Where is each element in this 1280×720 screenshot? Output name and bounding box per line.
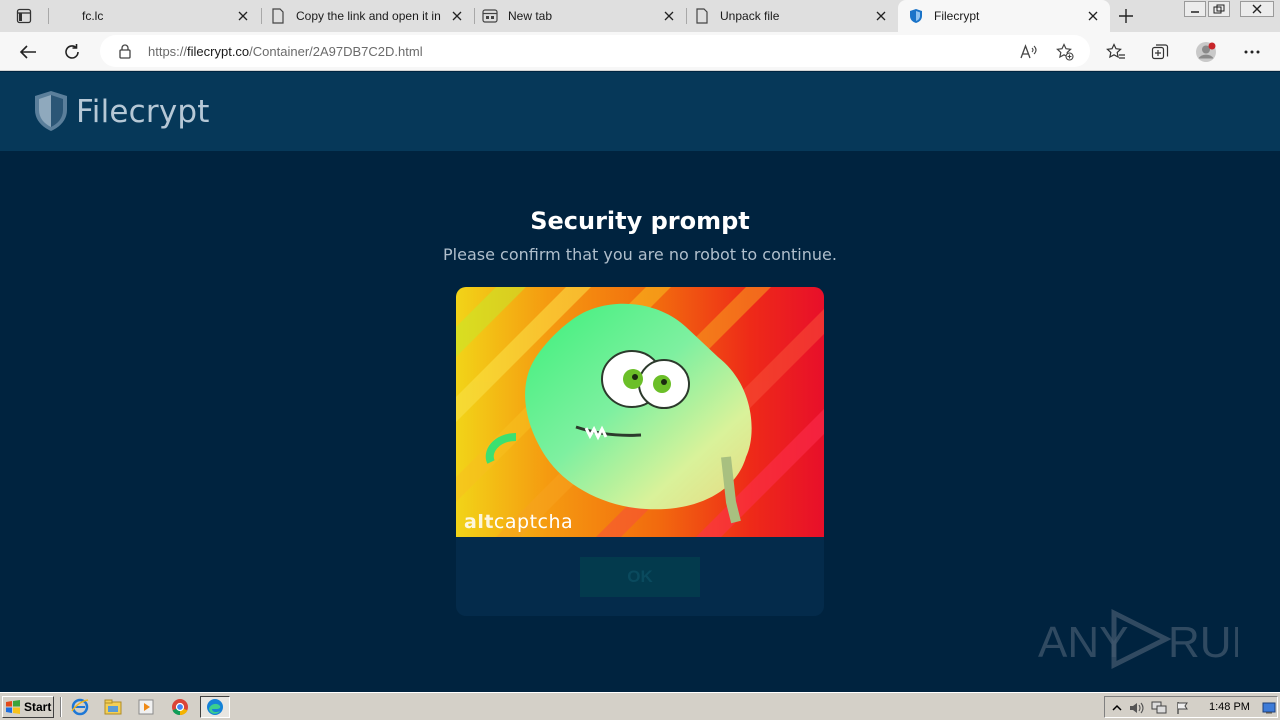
start-button[interactable]: Start: [2, 696, 54, 718]
tab-new-tab[interactable]: New tab: [482, 0, 686, 32]
shield-icon: [908, 8, 924, 24]
arrow-left-icon: [19, 45, 36, 59]
restore-button[interactable]: [1208, 1, 1230, 17]
tab-separator: [261, 8, 262, 24]
settings-menu-button[interactable]: [1238, 38, 1266, 66]
minimize-button[interactable]: [1184, 1, 1206, 17]
volume-icon[interactable]: [1129, 700, 1145, 716]
watermark-right-text: RUN: [1168, 618, 1238, 667]
favorites-icon: [1106, 43, 1125, 59]
action-center-flag-icon[interactable]: [1175, 700, 1191, 716]
browser-toolbar: https://filecrypt.co/Container/2A97DB7C2…: [0, 32, 1280, 71]
address-bar[interactable]: https://filecrypt.co/Container/2A97DB7C2…: [100, 35, 1090, 67]
refresh-icon: [65, 44, 79, 59]
clock[interactable]: 1:48 PM: [1209, 701, 1250, 713]
tab-fc-lc[interactable]: fc.lc: [56, 0, 260, 32]
brand-name[interactable]: Filecrypt: [76, 94, 210, 130]
collections-button[interactable]: [1146, 38, 1174, 66]
read-aloud-icon[interactable]: [1018, 41, 1040, 63]
anyrun-watermark: ANY RUN: [1038, 608, 1238, 670]
close-tab-icon[interactable]: [1084, 7, 1102, 25]
avatar: [1196, 42, 1216, 62]
taskbar-separator: [60, 697, 62, 717]
tab-title: Filecrypt: [934, 9, 980, 23]
tab-title: fc.lc: [82, 9, 104, 23]
internet-explorer-icon[interactable]: [68, 696, 92, 718]
tab-separator: [474, 8, 475, 24]
tab-separator: [48, 8, 49, 24]
windows-logo-icon: [6, 700, 20, 714]
captcha-logo: altcaptcha: [464, 511, 573, 533]
captcha-image[interactable]: [456, 287, 824, 537]
url-path: /Container/2A97DB7C2D.html: [249, 44, 423, 59]
edge-icon[interactable]: [200, 696, 230, 718]
more-icon: [1244, 50, 1260, 54]
captcha-logo-alt: alt: [464, 511, 494, 533]
back-button[interactable]: [14, 38, 42, 66]
new-tab-button[interactable]: [1114, 4, 1138, 28]
new-tab-page-icon: [482, 8, 498, 24]
system-tray: 1:48 PM: [1104, 696, 1278, 718]
page-subtitle: Please confirm that you are no robot to …: [443, 245, 837, 264]
add-favorite-icon[interactable]: [1054, 41, 1076, 63]
media-player-icon[interactable]: [134, 696, 158, 718]
captcha-logo-main: captcha: [493, 511, 574, 533]
tab-actions-icon: [16, 8, 32, 24]
close-tab-icon[interactable]: [872, 7, 890, 25]
tab-title: New tab: [508, 9, 553, 23]
site-header: Filecrypt: [0, 72, 1280, 151]
network-icon[interactable]: [1151, 700, 1167, 716]
page-icon: [56, 8, 72, 24]
ok-button[interactable]: OK: [580, 557, 700, 597]
url-prefix: https://: [148, 44, 188, 59]
close-tab-icon[interactable]: [234, 7, 252, 25]
show-desktop-icon[interactable]: [1261, 700, 1277, 716]
page-icon: [694, 8, 710, 24]
main-content: Security prompt Please confirm that you …: [0, 151, 1280, 692]
url-domain: filecrypt.co: [187, 44, 250, 59]
file-explorer-icon[interactable]: [101, 696, 125, 718]
plus-icon: [1119, 9, 1133, 23]
tab-title: Unpack file: [720, 9, 780, 23]
page-icon: [270, 8, 286, 24]
refresh-button[interactable]: [58, 38, 86, 66]
show-hidden-icons-icon[interactable]: [1109, 700, 1125, 716]
captcha-widget: altcaptcha OK: [456, 287, 824, 616]
tab-actions-button[interactable]: [10, 6, 38, 26]
url-text[interactable]: https://filecrypt.co/Container/2A97DB7C2…: [148, 44, 423, 59]
tab-title: Copy the link and open it in: [296, 9, 441, 23]
taskbar: Start 1:48 PM: [0, 692, 1280, 720]
tab-filecrypt[interactable]: Filecrypt: [898, 0, 1110, 32]
collections-icon: [1151, 44, 1169, 60]
lock-icon[interactable]: [118, 43, 134, 59]
close-tab-icon[interactable]: [448, 7, 466, 25]
tab-strip: fc.lc Copy the link and open it in New t…: [0, 0, 1280, 32]
shield-icon[interactable]: [34, 90, 68, 132]
tab-copy-link[interactable]: Copy the link and open it in: [270, 0, 474, 32]
close-window-button[interactable]: [1240, 1, 1274, 17]
profile-button[interactable]: [1192, 38, 1220, 66]
chrome-icon[interactable]: [168, 696, 192, 718]
close-tab-icon[interactable]: [660, 7, 678, 25]
page-title: Security prompt: [530, 207, 750, 235]
start-label: Start: [24, 700, 52, 714]
tab-unpack-file[interactable]: Unpack file: [694, 0, 898, 32]
favorites-button[interactable]: [1102, 38, 1130, 66]
tab-separator: [686, 8, 687, 24]
